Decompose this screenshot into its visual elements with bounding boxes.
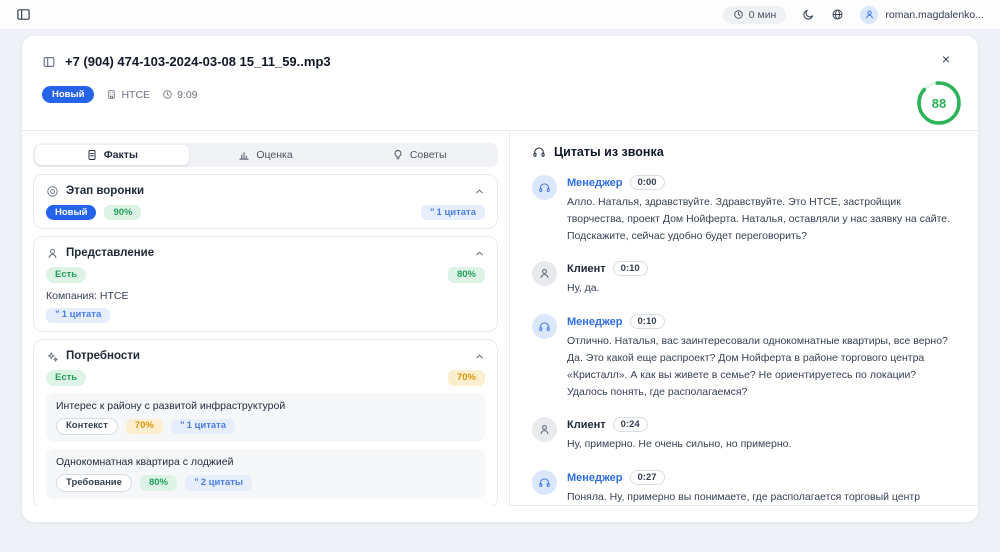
quote-text: Ну, примерно. Не очень сильно, но пример… [567,436,791,453]
quote-message: Менеджер 0:10 Отлично. Наталья, вас заин… [532,314,958,400]
manager-headset-icon [532,175,557,200]
quote-text: Алло. Наталья, здравствуйте. Здравствуйт… [567,194,958,244]
timestamp-badge[interactable]: 0:27 [630,470,665,485]
quote-text: Поняла. Ну, примерно вы понимаете, где р… [567,489,958,506]
quotes-panel-title: Цитаты из звонка [554,145,664,159]
need-item: Однокомнатная квартира с лоджией Требова… [46,449,485,498]
dark-mode-icon[interactable] [802,8,815,21]
stage-value-badge: Новый [46,205,96,220]
speaker-label: Клиент [567,419,606,431]
tab-facts[interactable]: Факты [35,145,189,165]
client-person-icon [532,261,557,286]
duration-label: 9:09 [177,89,197,101]
quote-message: Менеджер 0:00 Алло. Наталья, здравствуйт… [532,175,958,244]
card-title: Этап воронки [66,185,144,197]
quote-icon: ” [430,207,435,218]
quote-message: Клиент 0:24 Ну, примерно. Не очень сильн… [532,417,958,453]
chevron-up-icon[interactable] [474,248,485,259]
presence-badge: Есть [46,267,86,282]
chevron-up-icon[interactable] [474,186,485,197]
need-text: Однокомнатная квартира с лоджией [56,456,475,468]
quote-text: Отлично. Наталья, вас заинтересовали одн… [567,333,958,400]
clock-icon [162,89,173,100]
card-title: Потребности [66,350,140,362]
speaker-label: Клиент [567,263,606,275]
quote-icon: ” [55,309,60,320]
card-funnel-stage: Этап воронки Новый 90% ”1 цитата [33,174,498,229]
company-line: Компания: НТСЕ [46,290,485,302]
company-label: НТСЕ [121,89,150,101]
quote-text: Ну, да. [567,280,648,297]
user-avatar-icon [860,6,878,24]
manager-headset-icon [532,314,557,339]
need-text: Интерес к району с развитой инфраструкту… [56,400,475,412]
speaker-link[interactable]: Менеджер [567,177,623,189]
panel-expand-icon[interactable] [42,55,56,69]
lightbulb-icon [392,149,404,161]
facts-column: Факты Оценка Советы [22,131,509,506]
need-type-badge: Контекст [56,418,118,435]
card-introduction: Представление Есть 80% Компания: НТСЕ ”1… [33,236,498,332]
confidence-badge: 70% [126,419,163,434]
username-label: roman.magdalenko... [885,9,984,21]
tab-advice-label: Советы [410,149,447,161]
usage-timer-badge: 0 мин [723,6,787,24]
card-title: Представление [66,247,154,259]
bar-chart-icon [238,149,250,161]
quote-icon: ” [180,420,185,431]
quotes-count-badge[interactable]: ”1 цитата [421,205,485,220]
timestamp-badge[interactable]: 0:00 [630,175,665,190]
tab-facts-label: Факты [104,149,138,161]
confidence-badge: 90% [104,205,141,220]
confidence-badge: 80% [140,475,177,490]
company-meta: НТСЕ [106,89,150,101]
quote-icon: ” [194,477,199,488]
tab-advice[interactable]: Советы [342,145,496,165]
tab-evaluation[interactable]: Оценка [189,145,343,165]
manager-headset-icon [532,470,557,495]
status-badge: Новый [42,86,94,103]
call-score-ring: 88 [916,80,962,126]
quotes-count-badge[interactable]: ”1 цитата [46,308,110,323]
client-person-icon [532,417,557,442]
timestamp-badge[interactable]: 0:10 [630,314,665,329]
sparkles-icon [46,350,59,363]
quotes-panel: Цитаты из звонка Менеджер 0:00 Алло. Нат… [509,131,978,506]
language-globe-icon[interactable] [831,8,844,21]
timestamp-badge[interactable]: 0:24 [613,417,648,432]
call-detail-panel: +7 (904) 474-103-2024-03-08 15_11_59..mp… [22,36,978,522]
speaker-link[interactable]: Менеджер [567,472,623,484]
timestamp-badge[interactable]: 0:10 [613,261,648,276]
close-icon[interactable]: × [942,52,950,66]
confidence-badge: 80% [448,267,485,282]
headset-icon [532,145,546,159]
building-icon [106,89,117,100]
need-item: Интерес к району с развитой инфраструкту… [46,393,485,442]
call-score-value: 88 [916,80,962,126]
tab-evaluation-label: Оценка [256,149,292,161]
quotes-count-badge[interactable]: ”2 цитаты [185,475,252,490]
call-title: +7 (904) 474-103-2024-03-08 15_11_59..mp… [65,54,331,69]
document-icon [86,149,98,161]
person-icon [46,247,59,260]
need-type-badge: Требование [56,474,132,491]
tab-bar: Факты Оценка Советы [33,143,498,167]
confidence-badge: 70% [448,370,485,385]
quotes-count-badge[interactable]: ”1 цитата [171,419,235,434]
usage-timer-label: 0 мин [749,9,777,21]
clock-icon [733,9,744,20]
user-menu[interactable]: roman.magdalenko... [860,6,984,24]
top-bar: 0 мин roman.magdalenko... [0,0,1000,30]
quote-message: Клиент 0:10 Ну, да. [532,261,958,297]
chevron-up-icon[interactable] [474,351,485,362]
presence-badge: Есть [46,370,86,385]
target-icon [46,185,59,198]
duration-meta: 9:09 [162,89,197,101]
call-header: +7 (904) 474-103-2024-03-08 15_11_59..mp… [22,36,978,131]
sidebar-toggle-icon[interactable] [16,7,31,22]
speaker-link[interactable]: Менеджер [567,316,623,328]
card-needs: Потребности Есть 70% Интерес к району с … [33,339,498,506]
quote-message: Менеджер 0:27 Поняла. Ну, примерно вы по… [532,470,958,506]
